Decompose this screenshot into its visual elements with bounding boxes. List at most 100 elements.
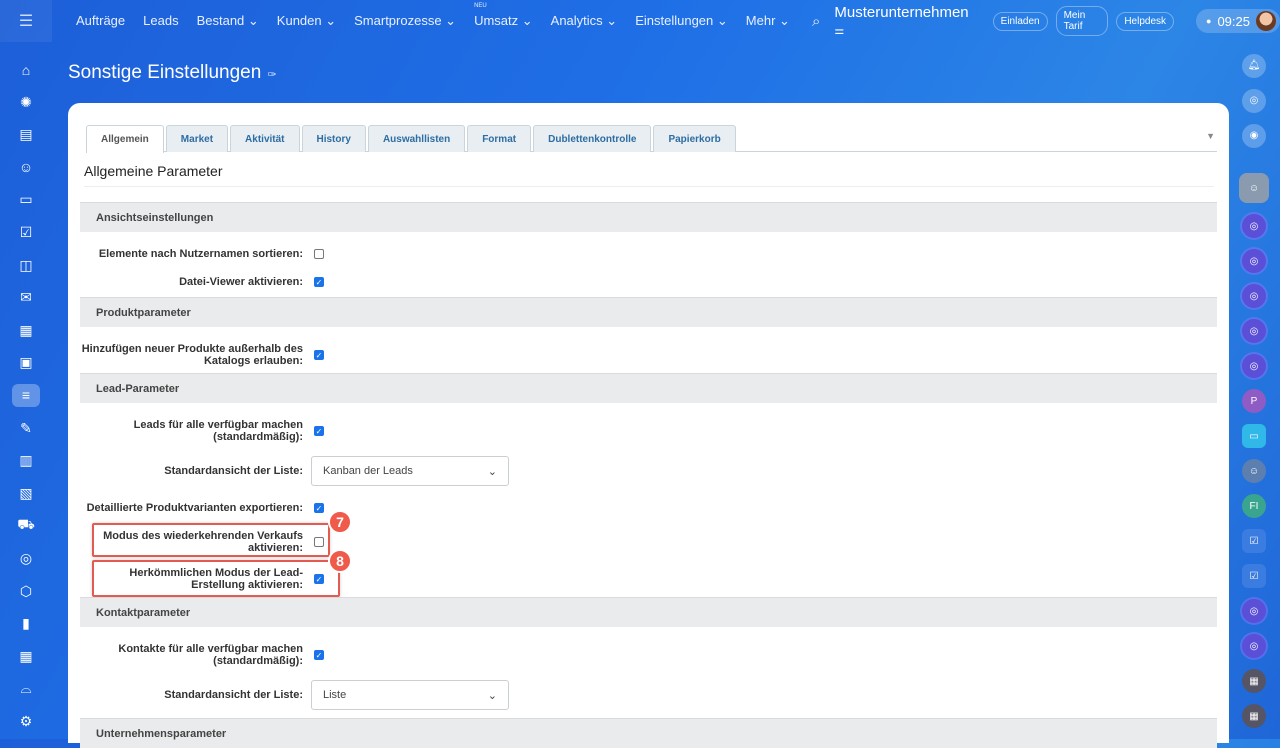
tab-papierkorb[interactable]: Papierkorb [653, 125, 736, 152]
row-sort-users: Elemente nach Nutzernamen sortieren: [80, 248, 1217, 260]
search-icon[interactable]: ⌕ [812, 13, 820, 30]
cart-icon[interactable]: ⛟ [12, 514, 40, 537]
nav-auftraege[interactable]: Aufträge [76, 13, 125, 29]
settings-icon[interactable]: ⚙ [12, 710, 40, 733]
section-contact: Kontaktparameter [80, 597, 1217, 627]
box-icon[interactable]: ⬡ [12, 580, 40, 603]
chat-image-avatar[interactable]: ▦ [1242, 669, 1266, 693]
tab-aktivitaet[interactable]: Aktivität [230, 125, 300, 152]
time-widget[interactable]: ● 09:25 [1196, 9, 1280, 33]
highlight-box-7 [92, 523, 330, 557]
chat-copilot-icon[interactable]: ◎ [1242, 634, 1266, 658]
row-leads-available: Leads für alle verfügbar machen (standar… [80, 419, 1217, 443]
analytics-icon[interactable]: ▮ [12, 612, 40, 635]
row-file-viewer: Datei-Viewer aktivieren: ✓ [80, 276, 1217, 288]
nav-kunden[interactable]: Kunden ⌄ [277, 13, 336, 29]
mail-icon[interactable]: ✉ [12, 286, 40, 309]
invite-button[interactable]: Einladen [992, 11, 1048, 31]
chevron-down-icon: ⌄ [487, 465, 497, 478]
chat-fi-avatar[interactable]: FI [1242, 494, 1266, 518]
chat-image-avatar[interactable]: ▦ [1242, 704, 1266, 728]
nav-umsatz[interactable]: NEU Umsatz ⌄ [474, 3, 533, 29]
section-lead: Lead-Parameter [80, 373, 1217, 403]
chat-copilot-icon[interactable]: ◎ [1242, 214, 1266, 238]
chat-copilot-icon[interactable]: ◎ [1242, 284, 1266, 308]
copilot-icon[interactable]: ✺ [12, 91, 40, 114]
inbox-icon[interactable]: ▭ [12, 188, 40, 211]
label: Hinzufügen neuer Produkte außerhalb des … [81, 343, 303, 367]
lead-list-view-select[interactable]: Kanban der Leads ⌄ [311, 456, 509, 486]
main-nav: Aufträge Leads Bestand ⌄ Kunden ⌄ Smartp… [76, 3, 808, 29]
label: Detaillierte Produktvarianten exportiere… [86, 502, 303, 514]
label: Elemente nach Nutzernamen sortieren: [98, 248, 303, 260]
chat-copilot-icon[interactable]: ◎ [1242, 319, 1266, 343]
page-title: Sonstige Einstellungen ✑ [68, 62, 277, 83]
crm-funnel-icon[interactable]: ≡ [12, 383, 40, 407]
chat-person-icon[interactable]: ☺ [1242, 459, 1266, 483]
tasks-icon[interactable]: ☑ [12, 221, 40, 244]
more-icon[interactable]: ⌓ [12, 677, 40, 700]
settings-sliders-icon: ⚌ [834, 25, 845, 37]
nav-analytics[interactable]: Analytics ⌄ [551, 13, 618, 29]
store-icon[interactable]: ▥ [12, 449, 40, 472]
chat-copilot-icon[interactable]: ◎ [1242, 354, 1266, 378]
feed-icon[interactable]: ▤ [12, 123, 40, 146]
file-viewer-checkbox[interactable]: ✓ [314, 277, 324, 287]
nav-smartprozesse[interactable]: Smartprozesse ⌄ [354, 13, 456, 29]
tab-history[interactable]: History [301, 125, 366, 152]
chat-copilot-icon[interactable]: ◎ [1242, 249, 1266, 273]
menu-icon[interactable]: ☰ [0, 0, 52, 42]
tab-auswahllisten[interactable]: Auswahllisten [367, 125, 466, 152]
chat-p-avatar[interactable]: P [1242, 389, 1266, 413]
label: Standardansicht der Liste: [164, 689, 303, 701]
section-heading: Allgemeine Parameter [84, 163, 1214, 187]
calendar-icon[interactable]: ▦ [12, 319, 40, 342]
nav-einstellungen[interactable]: Einstellungen ⌄ [635, 13, 728, 29]
sort-users-checkbox[interactable] [314, 249, 324, 259]
section-product: Produktparameter [80, 297, 1217, 327]
helpdesk-button[interactable]: Helpdesk [1116, 11, 1175, 31]
tab-dublettenkontrolle[interactable]: Dublettenkontrolle [533, 125, 652, 152]
bell-icon[interactable]: 🔔︎ [1242, 53, 1266, 78]
chat-copilot-icon[interactable]: ◎ [1242, 599, 1266, 623]
label: Datei-Viewer aktivieren: [179, 276, 303, 288]
export-variants-checkbox[interactable]: ✓ [314, 503, 324, 513]
contact-card-icon[interactable]: ▧ [12, 482, 40, 505]
presentation-icon[interactable]: ▣ [12, 351, 40, 374]
annotation-badge-8: 8 [328, 549, 352, 573]
tabs-dropdown-icon[interactable]: ▼ [1206, 131, 1215, 141]
schedule-icon[interactable]: ▦ [12, 645, 40, 668]
user-avatar[interactable] [1256, 11, 1276, 31]
settings-card: Allgemein Market Aktivität History Auswa… [68, 103, 1229, 748]
messenger-icon[interactable]: ◉ [1242, 123, 1266, 148]
target-icon[interactable]: ◎ [12, 547, 40, 570]
section-view: Ansichtseinstellungen [80, 202, 1217, 232]
row-add-products: Hinzufügen neuer Produkte außerhalb des … [80, 343, 1217, 367]
tab-format[interactable]: Format [467, 125, 532, 152]
label: Leads für alle verfügbar machen (standar… [133, 419, 303, 443]
chat-group-icon[interactable]: ▭ [1242, 424, 1266, 448]
left-sidebar: ⌂ ✺ ▤ ☺ ▭ ☑ ◫ ✉ ▦ ▣ ≡ ✎ ▥ ▧ ⛟ ◎ ⬡ ▮ ▦ ⌓ … [0, 42, 52, 739]
right-sidebar: 🔔︎ ◎ ◉ ☺ ◎ ◎ ◎ ◎ ◎ P ▭ ☺ FI ☑ ☑ ◎ ◎ ▦ ▦ [1228, 42, 1280, 739]
contacts-icon[interactable]: ☺ [12, 156, 40, 179]
company-name[interactable]: Musterunternehmen ⚌ [834, 4, 968, 38]
section-company: Unternehmensparameter [80, 718, 1217, 748]
contacts-available-checkbox[interactable]: ✓ [314, 650, 324, 660]
tariff-button[interactable]: Mein Tarif [1055, 6, 1109, 36]
chat-tasks-icon[interactable]: ☑ [1242, 529, 1266, 553]
home-icon[interactable]: ⌂ [12, 58, 40, 81]
chat-icon[interactable]: ◫ [12, 254, 40, 277]
user-avatar-icon[interactable]: ☺ [1239, 173, 1269, 203]
nav-bestand[interactable]: Bestand ⌄ [197, 13, 259, 29]
contact-list-view-select[interactable]: Liste ⌄ [311, 680, 509, 710]
leads-available-checkbox[interactable]: ✓ [314, 426, 324, 436]
sign-icon[interactable]: ✎ [12, 417, 40, 440]
nav-leads[interactable]: Leads [143, 13, 178, 29]
copilot-icon[interactable]: ◎ [1242, 88, 1266, 113]
tab-market[interactable]: Market [165, 125, 229, 152]
tab-allgemein[interactable]: Allgemein [86, 125, 164, 153]
chat-tasks-icon[interactable]: ☑ [1242, 564, 1266, 588]
add-products-checkbox[interactable]: ✓ [314, 350, 324, 360]
pin-icon[interactable]: ✑ [267, 69, 276, 81]
nav-mehr[interactable]: Mehr ⌄ [746, 13, 790, 29]
